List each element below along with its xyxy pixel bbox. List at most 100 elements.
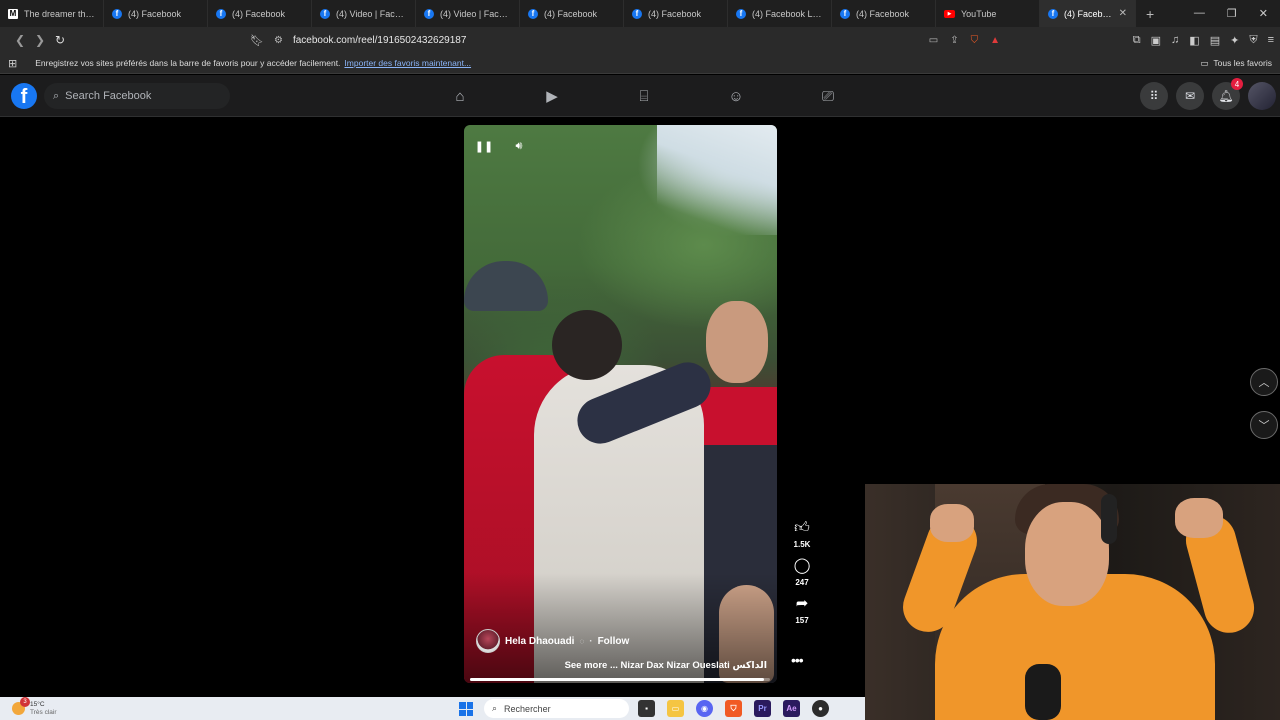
close-tab-icon[interactable]: ✕ <box>1119 8 1127 19</box>
maximize-icon[interactable]: ❐ <box>1227 7 1237 20</box>
messenger-icon[interactable]: ✉ <box>1176 82 1204 110</box>
video-frame-person <box>706 301 768 383</box>
bookmark-icon[interactable]: 🔖︎ <box>250 34 264 47</box>
video-progress-bar[interactable] <box>470 678 770 681</box>
video-frame-person <box>552 310 622 380</box>
home-icon[interactable]: ⌂ <box>414 75 506 117</box>
follow-button[interactable]: Follow <box>598 636 630 647</box>
browser-tab[interactable]: f (4) Facebook ✕ <box>1040 0 1136 27</box>
cast-icon[interactable]: ▭ <box>929 35 938 46</box>
tab-title: The dreamer that T <box>24 8 95 19</box>
facebook-main-nav: ⌂ ▶︎ ⌸ ☺ ⎚ <box>414 75 874 117</box>
address-bar-row: ❮ ❯ ↻ 🔖︎ ⚙︎ facebook.com/reel/1916502432… <box>0 27 1280 53</box>
share-icon[interactable]: ⇪ <box>950 35 958 46</box>
browser-tab[interactable]: f (4) Facebook <box>624 0 728 27</box>
sidebar-icon[interactable]: ◧ <box>1189 34 1199 47</box>
share-button[interactable]: ➦ 157 <box>795 594 808 625</box>
browser-tab[interactable]: f (4) Facebook <box>208 0 312 27</box>
leo-icon[interactable]: ✦ <box>1230 34 1239 47</box>
obs-icon[interactable]: ● <box>812 700 829 717</box>
brave-shields-icon[interactable]: ⛉ <box>971 35 979 46</box>
back-icon[interactable]: ❮ <box>10 33 30 47</box>
tab-title: YouTube <box>961 8 997 19</box>
wallet-icon[interactable]: ▤ <box>1210 34 1220 47</box>
reload-icon[interactable]: ↻ <box>50 33 70 47</box>
vpn-icon[interactable]: ⛨ <box>1249 34 1257 47</box>
browser-tab-strip: M The dreamer that T f (4) Facebook f (4) Fac… <box>0 0 1280 27</box>
reel-caption[interactable]: See more ... Nizar Dax Nizar Oueslati ال… <box>565 660 767 671</box>
browser-tab[interactable]: f (4) Facebook <box>520 0 624 27</box>
separator-dot: · <box>589 635 593 647</box>
chevron-up-icon: ︿ <box>1258 377 1270 389</box>
menu-grid-icon[interactable]: ⠿ <box>1140 82 1168 110</box>
weather-sun-icon: 3 <box>12 697 30 715</box>
screenshot-icon[interactable]: ▣ <box>1151 34 1161 47</box>
share-arrow-icon: ➦ <box>795 595 809 612</box>
groups-icon[interactable]: ☺ <box>690 75 782 117</box>
facebook-search-input[interactable]: ⌕ Search Facebook <box>44 83 230 109</box>
menu-icon[interactable]: ≡ <box>1268 34 1274 47</box>
brave-rewards-icon[interactable]: ▲ <box>990 35 1000 46</box>
comment-button[interactable]: ◯ 247 <box>794 556 811 587</box>
next-reel-button[interactable]: ﹀ <box>1250 411 1278 439</box>
browser-tab[interactable]: f (4) Facebook <box>832 0 936 27</box>
facebook-icon: f <box>112 8 122 19</box>
browser-tab[interactable]: f (4) Facebook <box>104 0 208 27</box>
task-view-icon[interactable]: ▪ <box>638 700 655 717</box>
forward-icon[interactable]: ❯ <box>30 33 50 47</box>
weather-widget[interactable]: 3 15°C Très clair <box>0 697 56 717</box>
author-avatar[interactable] <box>476 629 500 653</box>
new-tab-button[interactable]: + <box>1136 6 1164 22</box>
browser-tab[interactable]: ▶ YouTube <box>936 0 1040 27</box>
taskbar-search-placeholder: Rechercher <box>504 703 551 714</box>
browser-tab[interactable]: f (4) Video | Facebook <box>312 0 416 27</box>
tab-title: (4) Video | Facebook <box>336 8 407 19</box>
weather-badge: 3 <box>20 697 30 707</box>
close-window-icon[interactable]: ✕ <box>1259 7 1268 20</box>
taskbar-search[interactable]: ⌕ Rechercher <box>484 699 629 718</box>
browser-tab[interactable]: M The dreamer that T <box>0 0 104 27</box>
notifications-icon[interactable]: 🔔︎ 4 <box>1212 78 1243 110</box>
window-controls: — ❐ ✕ <box>1194 7 1280 20</box>
previous-reel-button[interactable]: ︿ <box>1250 368 1278 396</box>
pause-icon[interactable]: ❚❚ <box>471 135 497 157</box>
import-bookmarks-link[interactable]: Importer des favoris maintenant... <box>344 58 471 68</box>
file-explorer-icon[interactable]: ▭ <box>667 700 684 717</box>
facebook-icon: f <box>1048 8 1058 19</box>
volume-icon[interactable]: 🔊︎ <box>506 135 532 157</box>
youtube-icon: ▶ <box>944 9 955 18</box>
gaming-icon[interactable]: ⎚ <box>782 75 874 117</box>
media-icon[interactable]: ♫ <box>1171 34 1179 47</box>
like-button[interactable]: 👍︎ 1.5K <box>794 518 811 549</box>
search-placeholder: Search Facebook <box>65 90 152 102</box>
minimize-icon[interactable]: — <box>1194 7 1205 20</box>
extensions-icon[interactable]: ⧉ <box>1133 34 1141 47</box>
premiere-pro-icon[interactable]: Pr <box>754 700 771 717</box>
author-name[interactable]: Hela Dhaouadi <box>505 636 574 647</box>
all-favorites-button[interactable]: ▭ Tous les favoris <box>1200 58 1272 69</box>
reel-video[interactable]: ❚❚ 🔊︎ Hela Dhaouadi ◌ · Follow See more … <box>464 125 777 683</box>
windows-start-icon[interactable] <box>459 702 473 716</box>
marketplace-icon[interactable]: ⌸ <box>598 75 690 117</box>
browser-tab[interactable]: f (4) Facebook Live | <box>728 0 832 27</box>
facebook-logo-icon[interactable]: f <box>11 83 37 109</box>
reel-actions: 👍︎ 1.5K ◯ 247 ➦ 157 <box>783 518 821 625</box>
apps-grid-icon[interactable]: ⊞ <box>8 57 17 70</box>
address-actions: ▭ ⇪ ⛉ ▲ <box>929 35 1000 46</box>
notification-badge: 4 <box>1231 78 1243 90</box>
facebook-icon: f <box>840 8 850 19</box>
site-info-icon[interactable]: ⚙︎ <box>274 35 283 46</box>
facebook-icon: f <box>736 8 746 19</box>
tab-title: (4) Facebook <box>856 8 910 19</box>
discord-icon[interactable]: ◉ <box>696 700 713 717</box>
browser-tab[interactable]: f (4) Video | Facebook <box>416 0 520 27</box>
video-icon[interactable]: ▶︎ <box>506 75 598 117</box>
brave-icon[interactable]: ⛉ <box>725 700 742 717</box>
facebook-account-controls: ⠿ ✉ 🔔︎ 4 <box>1140 78 1276 110</box>
after-effects-icon[interactable]: Ae <box>783 700 800 717</box>
profile-avatar[interactable] <box>1248 82 1276 110</box>
webcam-person-fist <box>1175 498 1223 538</box>
more-options-icon[interactable]: ••• <box>791 652 804 668</box>
tab-title: (4) Video | Facebook <box>440 8 511 19</box>
url-field[interactable]: 🔖︎ ⚙︎ facebook.com/reel/1916502432629187 <box>250 30 998 50</box>
